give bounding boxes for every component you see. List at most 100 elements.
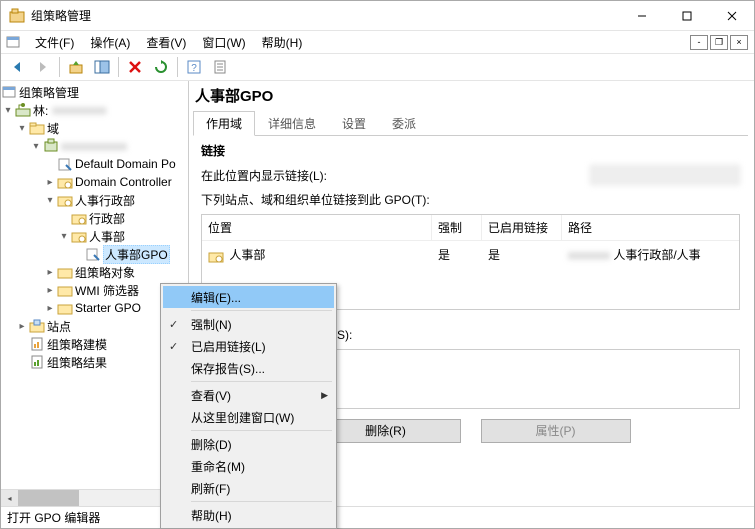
tree-gpo-hr[interactable]: 人事部GPO <box>1 245 188 263</box>
collapse-icon[interactable]: ▾ <box>15 123 29 134</box>
ou-icon <box>71 228 87 244</box>
col-location[interactable]: 位置 <box>202 215 432 240</box>
mdi-close-button[interactable]: × <box>730 35 748 50</box>
ctx-refresh[interactable]: 刷新(F) <box>163 477 334 499</box>
report-icon <box>29 336 45 352</box>
toolbar-separator <box>59 57 60 77</box>
tab-bar: 作用域 详细信息 设置 委派 <box>193 110 748 136</box>
tree-domains[interactable]: ▾域 <box>1 119 188 137</box>
ou-icon <box>57 192 73 208</box>
properties-button: 属性(P) <box>481 419 631 443</box>
tab-scope[interactable]: 作用域 <box>193 111 255 136</box>
collapse-icon[interactable]: ▾ <box>29 141 43 152</box>
check-icon: ✓ <box>169 318 178 331</box>
show-hide-tree-button[interactable] <box>90 55 114 79</box>
tab-settings[interactable]: 设置 <box>329 111 379 136</box>
close-button[interactable] <box>709 1 754 30</box>
table-row[interactable]: 人事部 是 是 xxxxxxx 人事行政部/人事 <box>202 241 739 269</box>
menu-bar: 文件(F) 操作(A) 查看(V) 窗口(W) 帮助(H) - ❐ × <box>1 31 754 53</box>
folder-icon <box>29 120 45 136</box>
tab-delegation[interactable]: 委派 <box>379 111 429 136</box>
tree-ou-admin[interactable]: 行政部 <box>1 209 188 227</box>
gpo-link-icon <box>85 246 101 262</box>
scroll-thumb[interactable] <box>18 490 79 506</box>
location-combo[interactable] <box>590 165 740 185</box>
tree-default-gpo[interactable]: Default Domain Po <box>1 155 188 173</box>
ctx-separator <box>191 381 332 382</box>
ctx-new-window[interactable]: 从这里创建窗口(W) <box>163 406 334 428</box>
app-icon <box>9 8 25 24</box>
ctx-enable-link[interactable]: ✓已启用链接(L) <box>163 335 334 357</box>
menu-file[interactable]: 文件(F) <box>27 32 82 53</box>
expand-icon[interactable]: ▸ <box>43 285 57 296</box>
status-bar: 打开 GPO 编辑器 <box>1 506 754 528</box>
ctx-view[interactable]: 查看(V)▶ <box>163 384 334 406</box>
tree-ou-hr-admin[interactable]: ▾人事行政部 <box>1 191 188 209</box>
sites-icon <box>29 318 45 334</box>
toolbar: ? <box>1 53 754 81</box>
col-forced[interactable]: 强制 <box>432 215 482 240</box>
back-button[interactable] <box>5 55 29 79</box>
ctx-delete[interactable]: 删除(D) <box>163 433 334 455</box>
tree-forest[interactable]: ▾林:xxxxxxxxx <box>1 101 188 119</box>
expand-icon[interactable]: ▸ <box>43 177 57 188</box>
ou-icon <box>71 210 87 226</box>
ctx-force[interactable]: ✓强制(N) <box>163 313 334 335</box>
context-menu: 编辑(E)... ✓强制(N) ✓已启用链接(L) 保存报告(S)... 查看(… <box>160 283 337 529</box>
mmc-root-icon <box>1 84 17 100</box>
menu-help[interactable]: 帮助(H) <box>254 32 311 53</box>
links-heading: 链接 <box>201 142 740 159</box>
minimize-button[interactable] <box>619 1 664 30</box>
ctx-save-report[interactable]: 保存报告(S)... <box>163 357 334 379</box>
toolbar-separator <box>177 57 178 77</box>
ctx-help[interactable]: 帮助(H) <box>163 504 334 526</box>
menu-window[interactable]: 窗口(W) <box>194 32 253 53</box>
tree-root[interactable]: 组策略管理 <box>1 83 188 101</box>
page-title: 人事部GPO <box>193 83 748 110</box>
status-text: 打开 GPO 编辑器 <box>7 509 100 526</box>
report-icon <box>29 354 45 370</box>
window-title: 组策略管理 <box>31 7 619 24</box>
show-links-label: 在此位置内显示链接(L): <box>201 167 327 184</box>
svg-text:?: ? <box>191 63 197 74</box>
col-path[interactable]: 路径 <box>562 215 739 240</box>
tree-dc[interactable]: ▸Domain Controller <box>1 173 188 191</box>
gpo-link-icon <box>57 156 73 172</box>
col-enabled[interactable]: 已启用链接 <box>482 215 562 240</box>
forward-button[interactable] <box>31 55 55 79</box>
delete-button[interactable] <box>123 55 147 79</box>
expand-icon[interactable]: ▸ <box>15 321 29 332</box>
ctx-separator <box>191 430 332 431</box>
collapse-icon[interactable]: ▾ <box>57 231 71 242</box>
tree-ou-hr[interactable]: ▾人事部 <box>1 227 188 245</box>
maximize-button[interactable] <box>664 1 709 30</box>
refresh-button[interactable] <box>149 55 173 79</box>
tree-gpo-objects[interactable]: ▸组策略对象 <box>1 263 188 281</box>
up-button[interactable] <box>64 55 88 79</box>
tab-details[interactable]: 详细信息 <box>255 111 329 136</box>
menu-view[interactable]: 查看(V) <box>138 32 194 53</box>
links-table-caption: 下列站点、域和组织单位链接到此 GPO(T): <box>201 191 740 208</box>
toolbar-separator <box>118 57 119 77</box>
mdi-minimize-button[interactable]: - <box>690 35 708 50</box>
folder-icon <box>57 264 73 280</box>
properties-button[interactable] <box>208 55 232 79</box>
help-button[interactable]: ? <box>182 55 206 79</box>
menu-action[interactable]: 操作(A) <box>82 32 138 53</box>
ctx-rename[interactable]: 重命名(M) <box>163 455 334 477</box>
mdi-restore-button[interactable]: ❐ <box>710 35 728 50</box>
table-header: 位置 强制 已启用链接 路径 <box>202 215 739 241</box>
ou-icon <box>208 248 224 264</box>
collapse-icon[interactable]: ▾ <box>43 195 57 206</box>
collapse-icon[interactable]: ▾ <box>1 105 15 116</box>
mdi-controls: - ❐ × <box>690 35 748 50</box>
ctx-separator <box>191 501 332 502</box>
mmc-icon <box>5 34 21 50</box>
expand-icon[interactable]: ▸ <box>43 267 57 278</box>
scroll-left-button[interactable]: ◂ <box>1 490 18 506</box>
folder-icon <box>57 300 73 316</box>
tree-domain-node[interactable]: ▾xxxxxxxxxxx <box>1 137 188 155</box>
folder-icon <box>57 282 73 298</box>
ctx-edit[interactable]: 编辑(E)... <box>163 286 334 308</box>
expand-icon[interactable]: ▸ <box>43 303 57 314</box>
